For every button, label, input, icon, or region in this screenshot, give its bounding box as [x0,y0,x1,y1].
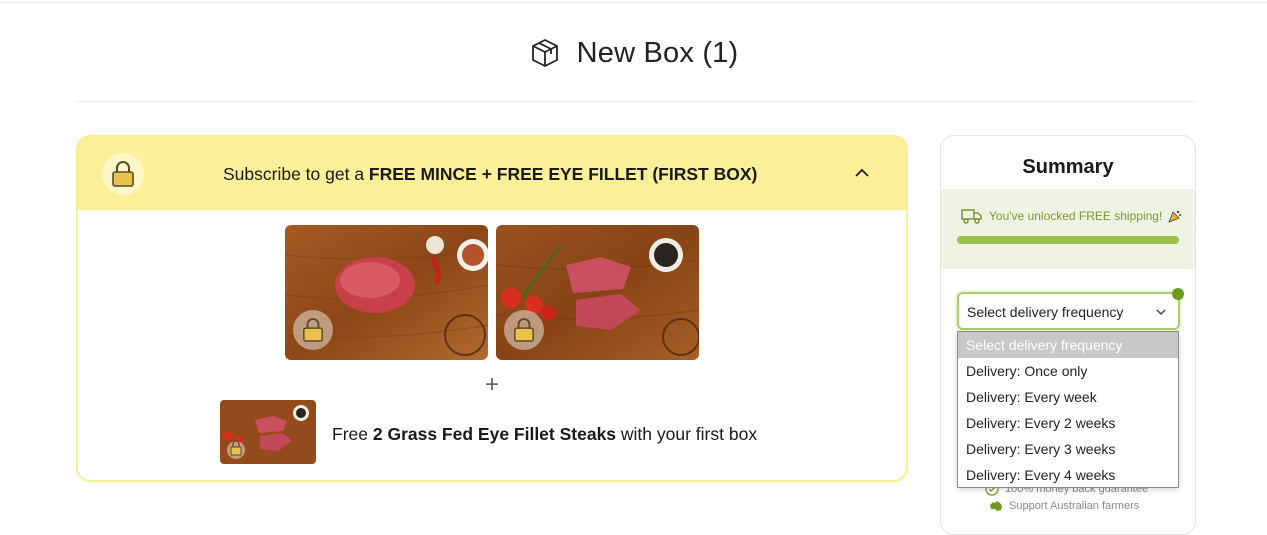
lock-icon [112,161,134,187]
eye-fillet-thumbnail [220,400,316,464]
dropdown-option[interactable]: Delivery: Every week [958,384,1178,410]
page-title: New Box (1) [576,36,739,69]
lock-badge [102,153,144,195]
locked-overlay [293,310,333,350]
chevron-up-icon[interactable] [852,163,872,183]
free-product-name: 2 Grass Fed Eye Fillet Steaks [372,424,617,444]
promo-text: Subscribe to get a FREE MINCE + FREE EYE… [223,164,757,185]
delivery-truck-icon [961,209,982,224]
free-mince-image [285,225,488,360]
promo-prefix: Subscribe to get a [223,164,369,184]
farmers-text: Support Australian farmers [1009,500,1140,512]
dropdown-option[interactable]: Delivery: Every 2 weeks [958,410,1178,436]
free-prefix: Free [332,424,373,444]
shipping-progress-bar [957,236,1179,244]
party-popper-icon [1168,210,1182,223]
shipping-message: You've unlocked FREE shipping! [989,209,1163,223]
page-header: New Box (1) [0,30,1267,76]
delivery-frequency-select[interactable]: Select delivery frequency [957,292,1180,330]
promo-header[interactable]: Subscribe to get a FREE MINCE + FREE EYE… [78,137,906,210]
promo-highlight: FREE MINCE + FREE EYE FILLET (FIRST BOX) [368,164,758,184]
lock-icon [514,318,534,342]
dropdown-option[interactable]: Select delivery frequency [958,332,1178,358]
lock-icon [303,318,323,342]
status-dot [1172,288,1184,300]
free-eye-fillet-image [496,225,699,360]
subscription-promo-panel: Subscribe to get a FREE MINCE + FREE EYE… [76,135,908,482]
australia-map-icon [990,501,1002,511]
dropdown-option[interactable]: Delivery: Every 3 weeks [958,436,1178,462]
summary-title: Summary [1022,156,1114,178]
plus-icon: + [484,371,499,398]
select-value: Select delivery frequency [967,304,1124,320]
box-icon [531,39,558,67]
dropdown-option[interactable]: Delivery: Every 4 weeks [958,462,1178,488]
chevron-down-icon [1156,309,1166,316]
support-farmers: Support Australian farmers [989,500,1139,512]
dropdown-option[interactable]: Delivery: Once only [958,358,1178,384]
header-divider [76,101,1196,102]
free-suffix: with your first box [616,424,758,444]
shipping-message-row: You've unlocked FREE shipping! [961,208,1182,224]
delivery-frequency-dropdown: Select delivery frequency Delivery: Once… [957,331,1179,488]
locked-overlay [504,310,544,350]
free-shipping-banner: You've unlocked FREE shipping! [941,189,1195,269]
free-gift-text: Free 2 Grass Fed Eye Fillet Steaks with … [332,424,757,445]
top-border [0,2,1267,3]
